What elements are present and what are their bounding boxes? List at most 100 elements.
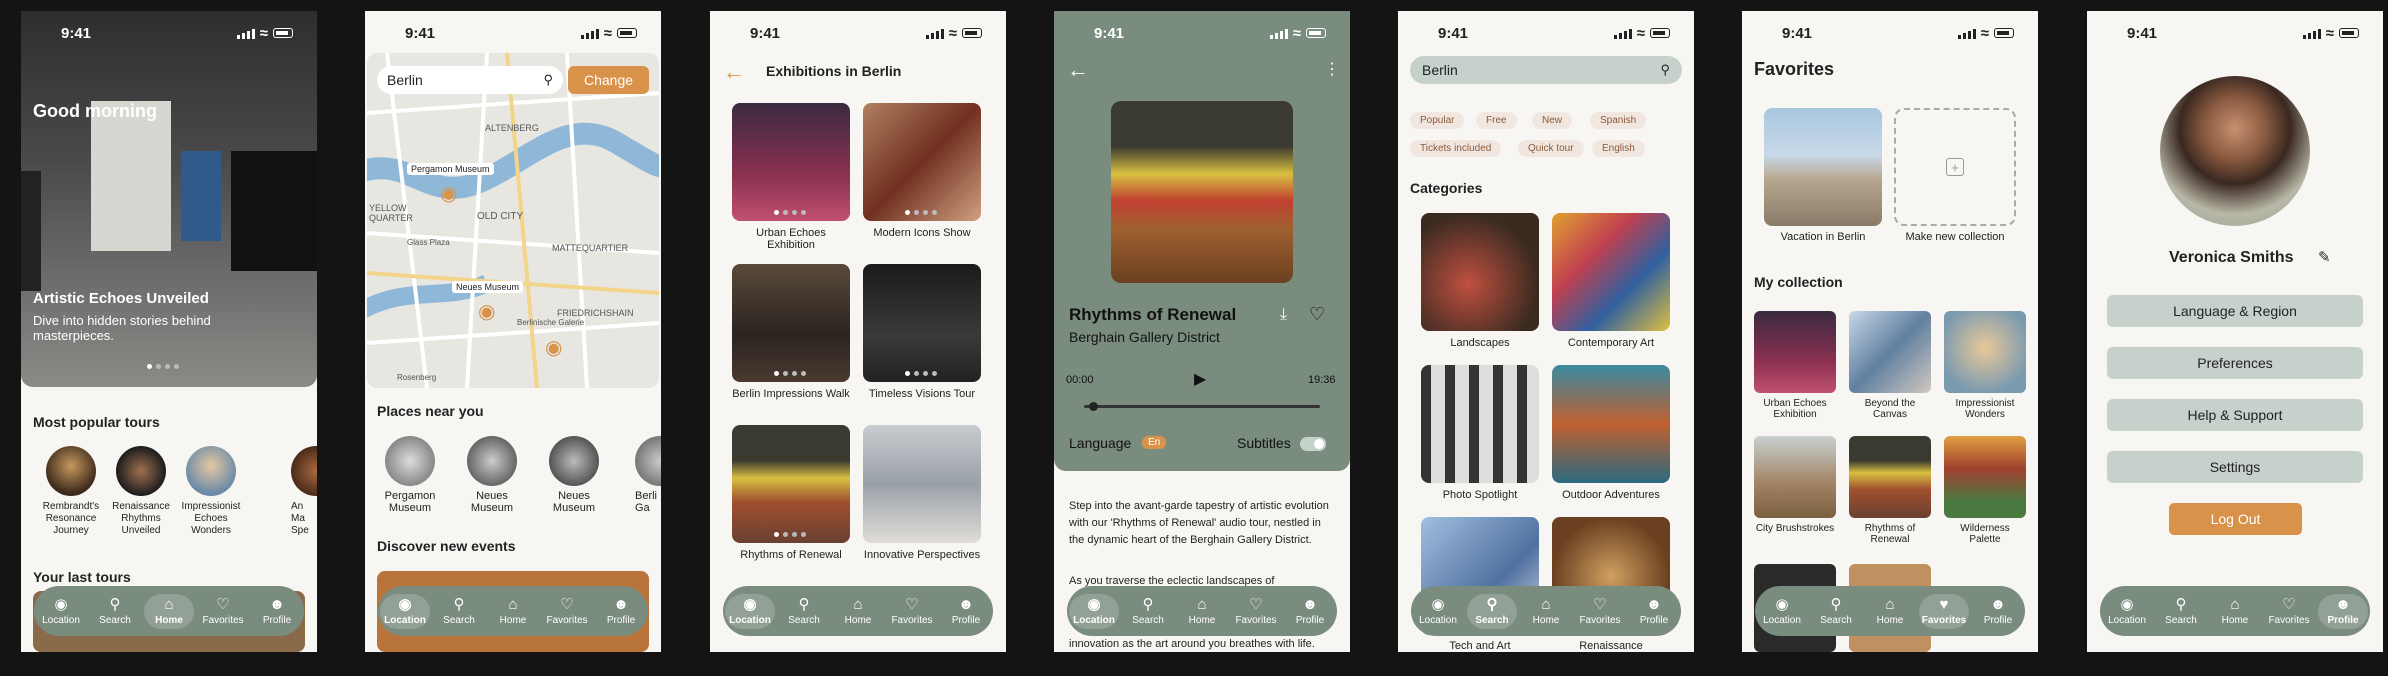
edit-pencil-icon[interactable]: ✎ <box>2318 248 2331 266</box>
exhibition-card[interactable]: Urban Echoes Exhibition <box>732 103 850 251</box>
nav-search[interactable]: ⚲ Search <box>1467 593 1517 629</box>
nav-search[interactable]: ⚲ Search <box>1811 597 1861 626</box>
nav-home[interactable]: ⌂ Home <box>1865 597 1915 626</box>
nav-favorites[interactable]: ♡ Favorites <box>2264 597 2314 626</box>
exhibition-card[interactable]: Timeless Visions Tour <box>863 264 981 400</box>
nav-search[interactable]: ⚲ Search <box>2156 597 2206 626</box>
collection-item[interactable]: Impressionist Wonders <box>1944 311 2026 420</box>
exhibition-card[interactable]: Berlin Impressions Walk <box>732 264 850 400</box>
progress-handle[interactable] <box>1088 402 1098 411</box>
place-item[interactable]: Berli Ga <box>635 436 661 514</box>
collection-item[interactable]: Beyond the Canvas <box>1849 311 1931 420</box>
nav-home[interactable]: ⌂ Home <box>2210 597 2260 626</box>
map-view[interactable]: ALTENBERG OLD CITY MATTEQUARTIER YELLOW … <box>367 53 659 388</box>
location-search[interactable]: Berlin ⚲ <box>377 66 563 94</box>
nav-home[interactable]: ⌂ Home <box>488 597 538 626</box>
logout-button[interactable]: Log Out <box>2169 503 2302 535</box>
nav-home[interactable]: ⌂ Home <box>144 593 194 629</box>
nav-location[interactable]: ◉ Location <box>1413 597 1463 626</box>
nav-location[interactable]: ◉ Location <box>380 593 430 629</box>
change-button[interactable]: Change <box>568 66 649 94</box>
play-icon[interactable]: ▶ <box>1194 369 1206 389</box>
track-title: Rhythms of Renewal <box>1069 305 1237 324</box>
tour-item[interactable]: Rembrandt's Resonance Journey <box>36 446 106 537</box>
nav-favorites[interactable]: ♡ Favorites <box>1575 597 1625 626</box>
collection-item[interactable]: City Brushstrokes <box>1754 436 1836 534</box>
nav-home[interactable]: ⌂ Home <box>833 597 883 626</box>
tour-item[interactable]: Renaissance Rhythms Unveiled <box>106 446 176 537</box>
filter-chip[interactable]: Popular <box>1410 112 1465 129</box>
filter-chip[interactable]: Tickets included <box>1410 140 1502 157</box>
location-pin-icon: ◉ <box>1431 595 1445 613</box>
category-card[interactable]: Contemporary Art <box>1552 213 1670 349</box>
map-pin-icon[interactable]: ◉ <box>440 181 457 206</box>
tour-item[interactable]: Impressionist Echoes Wonders <box>176 446 246 537</box>
favorite-collection[interactable]: Vacation in Berlin <box>1764 108 1882 243</box>
preferences-button[interactable]: Preferences <box>2107 347 2363 379</box>
track-subtitle: Berghain Gallery District <box>1069 329 1220 345</box>
nav-favorites[interactable]: ♥ Favorites <box>1919 593 1969 629</box>
nav-profile[interactable]: ☻ Profile <box>596 597 646 626</box>
nav-search[interactable]: ⚲ Search <box>434 597 484 626</box>
nav-search[interactable]: ⚲ Search <box>1123 597 1173 626</box>
hero-pager[interactable] <box>147 364 179 369</box>
place-item[interactable]: Neues Museum <box>544 436 604 514</box>
nav-profile[interactable]: ☻ Profile <box>1285 597 1335 626</box>
help-support-button[interactable]: Help & Support <box>2107 399 2363 431</box>
nav-profile[interactable]: ☻ Profile <box>1629 597 1679 626</box>
avatar[interactable] <box>2160 76 2310 226</box>
nav-location[interactable]: ◉ Location <box>725 593 775 629</box>
nav-favorites[interactable]: ♡ Favorites <box>887 597 937 626</box>
collection-item[interactable]: Wilderness Palette <box>1944 436 2026 545</box>
more-menu-icon[interactable]: ⋮ <box>1324 59 1340 79</box>
category-card[interactable]: Outdoor Adventures <box>1552 365 1670 501</box>
nav-home[interactable]: ⌂ Home <box>1521 597 1571 626</box>
nav-home[interactable]: ⌂ Home <box>1177 597 1227 626</box>
nav-favorites[interactable]: ♡ Favorites <box>542 597 592 626</box>
download-icon[interactable]: ⤓ <box>1280 306 1287 324</box>
exhibition-card[interactable]: Innovative Perspectives <box>863 425 981 561</box>
nav-profile[interactable]: ☻ Profile <box>252 597 302 626</box>
exhibition-card[interactable]: Rhythms of Renewal <box>732 425 850 561</box>
exhibition-card[interactable]: Modern Icons Show <box>863 103 981 239</box>
tour-item[interactable]: An Ma Spe <box>291 446 317 537</box>
nav-search[interactable]: ⚲ Search <box>90 597 140 626</box>
filter-chip[interactable]: Free <box>1476 112 1517 129</box>
nav-profile[interactable]: ☻ Profile <box>2318 593 2368 629</box>
filter-chip[interactable]: New <box>1532 112 1573 129</box>
map-pin-icon[interactable]: ◉ <box>478 299 495 324</box>
map-pin-icon[interactable]: ◉ <box>545 335 562 360</box>
nav-location[interactable]: ◉ Location <box>1757 597 1807 626</box>
subtitles-toggle[interactable] <box>1300 437 1326 451</box>
status-time: 9:41 <box>1438 24 1469 42</box>
nav-profile[interactable]: ☻ Profile <box>1973 597 2023 626</box>
nav-favorites[interactable]: ♡ Favorites <box>1231 597 1281 626</box>
nav-search[interactable]: ⚲ Search <box>779 597 829 626</box>
nav-location[interactable]: ◉ Location <box>36 597 86 626</box>
search-input[interactable]: Berlin ⚲ <box>1410 56 1682 84</box>
collection-item[interactable]: Urban Echoes Exhibition <box>1754 311 1836 420</box>
filter-chip[interactable]: Spanish <box>1590 112 1647 129</box>
nav-favorites[interactable]: ♡ Favorites <box>198 597 248 626</box>
back-arrow-icon[interactable]: ← <box>1067 57 1089 83</box>
back-arrow-icon[interactable]: ← <box>723 59 745 85</box>
new-collection-card[interactable]: + Make new collection <box>1894 108 2016 243</box>
nav-location[interactable]: ◉ Location <box>1069 593 1119 629</box>
nav-location[interactable]: ◉ Location <box>2102 597 2152 626</box>
category-card[interactable]: Photo Spotlight <box>1421 365 1539 501</box>
heart-icon[interactable]: ♡ <box>1309 304 1325 325</box>
time-start: 00:00 <box>1066 374 1094 386</box>
language-region-button[interactable]: Language & Region <box>2107 295 2363 327</box>
language-badge[interactable]: En <box>1142 436 1167 449</box>
settings-button[interactable]: Settings <box>2107 451 2363 483</box>
collection-item[interactable]: Rhythms of Renewal <box>1849 436 1931 545</box>
home-icon: ⌂ <box>2230 595 2240 613</box>
nav-profile[interactable]: ☻ Profile <box>941 597 991 626</box>
filter-chip[interactable]: English <box>1592 140 1645 157</box>
place-item[interactable]: Neues Museum <box>462 436 522 514</box>
map-label: FRIEDRICHSHAIN <box>557 308 634 318</box>
place-item[interactable]: Pergamon Museum <box>380 436 440 514</box>
progress-track[interactable] <box>1084 402 1320 411</box>
category-card[interactable]: Landscapes <box>1421 213 1539 349</box>
filter-chip[interactable]: Quick tour <box>1518 140 1584 157</box>
